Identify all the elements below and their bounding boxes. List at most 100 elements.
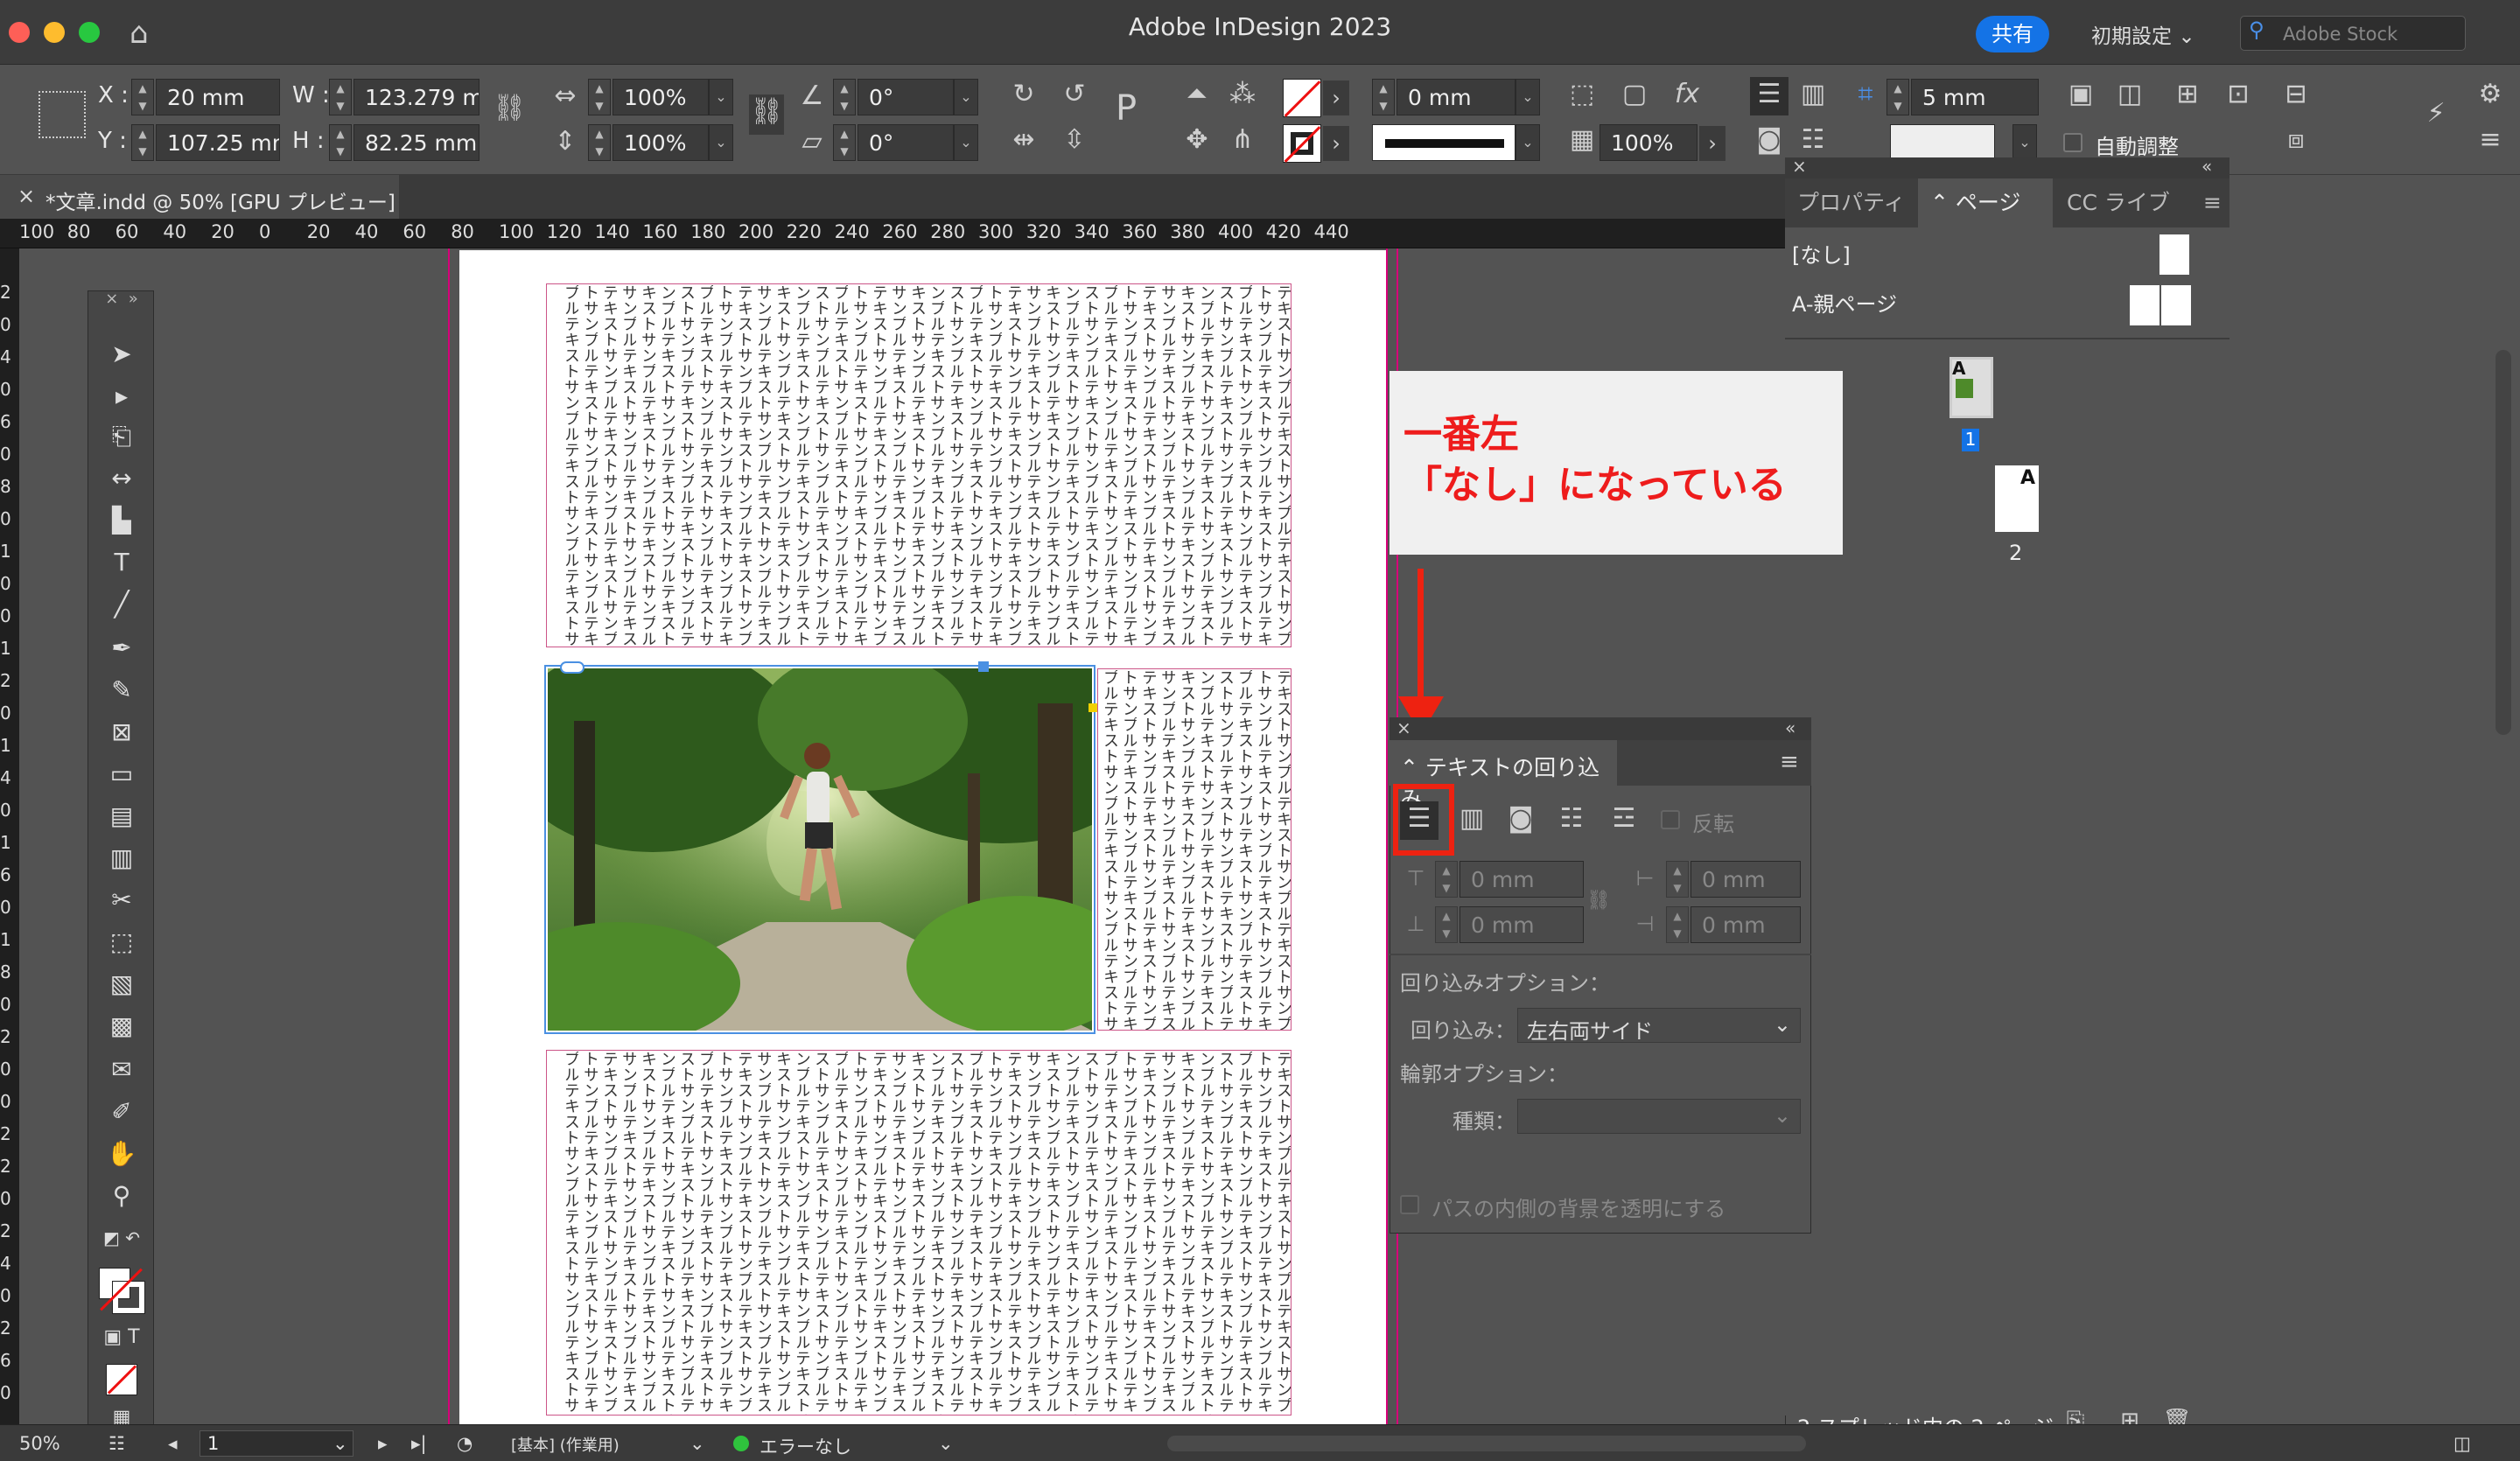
horizontal-grid-tool-icon[interactable]: ▤ [88, 799, 155, 834]
text-frame-bottom[interactable]: テキストサンプルテキストサンプルテキストサンプルテキストサンプルテキストサンプル… [546, 1050, 1292, 1416]
shear-field[interactable]: 0° [858, 124, 954, 161]
top-offset-field[interactable]: 0 mm [1460, 861, 1584, 898]
collapse-icon[interactable]: « [2202, 156, 2212, 177]
constrain-proportions-icon[interactable]: ⛓ [492, 91, 527, 126]
vertical-grid-tool-icon[interactable]: ▥ [88, 841, 155, 876]
line-tool-icon[interactable]: ╱ [88, 587, 155, 622]
center-content-icon[interactable]: ⊡ [2221, 77, 2256, 112]
vertical-ruler[interactable]: 2 0 4 0 6 0 8 0 1 0 0 1 2 0 1 4 0 1 6 0 1 8 0 2 0 0 2 2 0 2 4 0 2 6 0 [0, 248, 19, 1424]
page-1-number[interactable]: 1 [1962, 429, 1979, 451]
corner-icon[interactable]: ⌗ [1848, 77, 1883, 112]
chevron-down-icon[interactable]: ⌄ [1516, 79, 1540, 115]
rotate-ccw-icon[interactable]: ↺ [1057, 77, 1092, 112]
split-layout-icon[interactable]: ◫ [2454, 1433, 2471, 1454]
fit-frame-icon[interactable]: ◫ [2112, 77, 2147, 112]
select-content-icon[interactable]: ⁂ [1225, 77, 1260, 112]
top-offset-stepper[interactable]: ▲ ▼ [1435, 861, 1458, 898]
master-thumb-right[interactable] [2161, 285, 2191, 325]
chevron-down-icon[interactable]: ⌄ [954, 79, 978, 115]
close-icon[interactable]: × [1396, 717, 1411, 738]
rotate-stepper[interactable]: ▲ ▼ [833, 79, 856, 115]
select-next-icon[interactable]: ⋔ [1225, 122, 1260, 157]
page-number-field[interactable]: 1 [200, 1430, 354, 1457]
wrap-jump-icon[interactable]: ☷ [1796, 122, 1830, 157]
pencil-tool-icon[interactable]: ✎ [88, 673, 155, 708]
adobe-stock-search[interactable]: Adobe Stock [2240, 16, 2466, 51]
text-frame-middle[interactable]: テキストサンプルテキストサンプルテキストサンプルテキストサンプルテキストサンプル… [1097, 668, 1292, 1031]
zoom-level[interactable]: 50% [19, 1433, 60, 1454]
shear-stepper[interactable]: ▲ ▼ [833, 124, 856, 161]
panel-menu-icon[interactable]: ≡ [1780, 749, 1799, 775]
x-field[interactable]: 20 mm [156, 79, 280, 115]
w-stepper[interactable]: ▲ ▼ [329, 79, 352, 115]
h-field[interactable]: 82.25 mm [354, 124, 480, 161]
rectangle-tool-icon[interactable]: ▭ [88, 757, 155, 792]
chevron-down-icon[interactable]: ⌄ [709, 79, 733, 115]
chevron-down-icon[interactable]: ⌄ [709, 124, 733, 161]
tab-cc-libraries[interactable]: CC ライブ [2054, 178, 2186, 227]
collapse-icon[interactable]: « [1785, 717, 1796, 738]
left-offset-field[interactable]: 0 mm [1690, 861, 1801, 898]
fill-stroke-swatch[interactable] [88, 1262, 155, 1314]
selection-frame[interactable] [544, 665, 1096, 1034]
bottom-offset-stepper[interactable]: ▲ ▼ [1435, 906, 1458, 943]
flip-vertical-icon[interactable]: ⇳ [1057, 122, 1092, 157]
type-tool-icon[interactable]: T [88, 545, 155, 580]
default-colors-icon[interactable]: ◩ ↶ [88, 1220, 155, 1255]
selection-tool-icon[interactable]: ➤ [88, 337, 155, 372]
wrap-object-shape-icon[interactable]: ◙ [1502, 801, 1540, 836]
free-transform-tool-icon[interactable]: ⬚ [88, 925, 155, 960]
scale-x-field[interactable]: 100% [612, 79, 709, 115]
jump-next-column-icon[interactable]: ☲ [1605, 801, 1643, 836]
gear-icon[interactable]: ⚙ [2473, 77, 2508, 112]
y-field[interactable]: 107.25 mm [156, 124, 280, 161]
open-page-icon[interactable]: ◔ [457, 1433, 472, 1454]
chevron-down-icon[interactable]: ⌄ [332, 1433, 348, 1454]
w-field[interactable]: 123.279 m [354, 79, 480, 115]
wrap-shape-icon[interactable]: ◙ [1750, 122, 1788, 157]
chevron-down-icon[interactable]: ⌄ [690, 1433, 705, 1454]
x-stepper[interactable]: ▲ ▼ [131, 79, 154, 115]
gradient-feather-tool-icon[interactable]: ▩ [88, 1009, 155, 1044]
autofit-checkbox[interactable] [2063, 133, 2082, 152]
close-icon[interactable]: × [1792, 156, 1807, 177]
fill-frame-icon[interactable]: ⊞ [2170, 77, 2205, 112]
stroke-weight-field[interactable]: 0 mm [1396, 79, 1516, 115]
text-frame-top[interactable]: テキストサンプルテキストサンプルテキストサンプルテキストサンプルテキストサンプル… [546, 283, 1292, 647]
invert-checkbox[interactable] [1661, 810, 1680, 829]
scissors-tool-icon[interactable]: ✂ [88, 883, 155, 918]
none-master-thumb[interactable] [2160, 234, 2189, 275]
page-2-thumb[interactable]: A [1995, 465, 2039, 532]
opacity-field[interactable]: 100% [1600, 124, 1698, 161]
drop-shadow-icon[interactable]: ▢ [1617, 77, 1652, 112]
panel-menu-icon[interactable]: ≡ [2191, 178, 2226, 227]
prev-page-icon[interactable]: ◂ [168, 1433, 178, 1454]
left-offset-stepper[interactable]: ▲ ▼ [1666, 861, 1689, 898]
auto-fit-icon[interactable]: ⧈ [2278, 122, 2314, 157]
right-offset-stepper[interactable]: ▲ ▼ [1666, 906, 1689, 943]
wrap-icon-bar[interactable]: ☰ [1750, 77, 1788, 115]
gap-tool-icon[interactable]: ↔ [88, 461, 155, 496]
rotate-field[interactable]: 0° [858, 79, 954, 115]
wrap-panel-title[interactable]: ⌃ テキストの回り込み [1390, 740, 1617, 812]
link-offsets-icon[interactable]: ⛓ [1586, 884, 1612, 919]
rectangle-frame-tool-icon[interactable]: ⊠ [88, 715, 155, 750]
fill-none-swatch[interactable] [1283, 79, 1321, 117]
scale-y-stepper[interactable]: ▲ ▼ [588, 124, 611, 161]
selection-handle[interactable] [978, 661, 989, 672]
chevron-right-icon[interactable]: › [1323, 80, 1349, 115]
page-2-number[interactable]: 2 [2009, 541, 2022, 565]
formatting-affects-icon[interactable]: ▣ T [88, 1320, 155, 1355]
stroke-type-select[interactable] [1372, 124, 1516, 161]
wrap-to-select[interactable]: 左右両サイド ⌄ [1517, 1008, 1801, 1044]
frame-fitting-icon[interactable]: ⬚ [1564, 77, 1600, 112]
chevron-down-icon[interactable]: ⌄ [1516, 124, 1540, 161]
chevron-right-icon[interactable]: › [1323, 126, 1349, 161]
vertical-scrollbar[interactable] [2496, 350, 2511, 735]
share-button[interactable]: 共有 [1976, 16, 2049, 52]
screen-mode-icon[interactable]: ☷ [108, 1433, 125, 1454]
fit-content-icon[interactable]: ▣ [2063, 77, 2098, 112]
link-scale-icon[interactable]: ⛓ [749, 94, 784, 135]
last-page-icon[interactable]: ▸| [411, 1433, 427, 1454]
page-1-thumb[interactable]: A [1950, 357, 1993, 418]
